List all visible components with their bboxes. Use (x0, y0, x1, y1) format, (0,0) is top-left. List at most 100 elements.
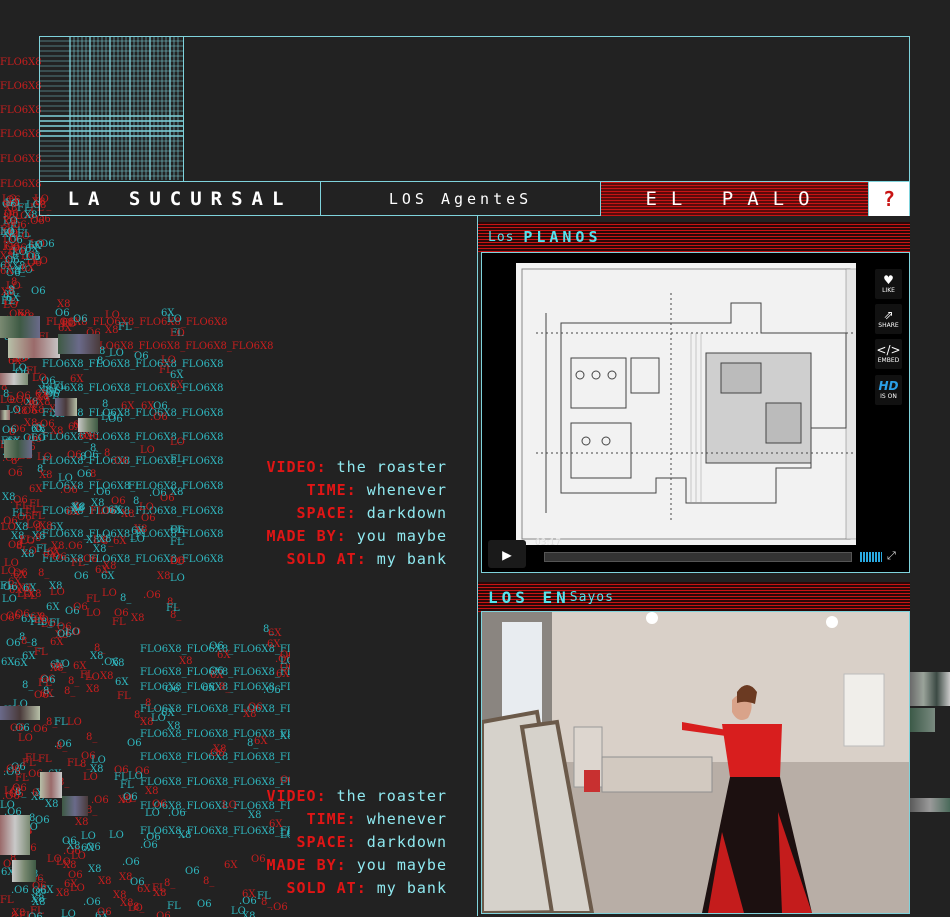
glitch-text: .O6 (2, 454, 20, 464)
like-label: LIKE (882, 287, 895, 294)
nav-los-agentes[interactable]: LOS AgenteS (321, 182, 601, 216)
nav-la-sucursal[interactable]: LA SUCURSAL (40, 182, 321, 216)
glitch-text: 6X (21, 615, 34, 625)
glitch-text: O6 (45, 390, 60, 400)
glitch-text: 8_ (90, 470, 101, 480)
glitch-text: LO (2, 595, 17, 605)
glitch-text: O6 (40, 675, 55, 685)
glitch-text: 6X (202, 684, 215, 694)
glitch-text: .O6 (207, 749, 225, 759)
glitch-text: FL (90, 507, 104, 517)
glitch-text: LO (28, 241, 43, 251)
glitch-text: X8 (51, 542, 64, 552)
embed-icon: </> (876, 344, 900, 357)
glitch-text: O6 (12, 244, 27, 254)
glitch-text: LO (31, 434, 46, 444)
embed-button[interactable]: </> EMBED (875, 339, 902, 369)
glitch-text: X8 (31, 406, 44, 416)
glitch-text: FLO6X8_FLO6X8_FLO6X8_FLO6X8 (140, 705, 290, 715)
glitch-text: FL (17, 230, 31, 240)
glitch-text: .O6 (17, 212, 35, 222)
glitch-text: 8_ (3, 201, 14, 211)
glitch-text: LO (5, 199, 20, 209)
glitch-text: O6 (3, 860, 18, 870)
glitch-text: FL (0, 582, 14, 592)
credit-space: SPACE: darkdown (187, 502, 447, 525)
glitch-text: FL (19, 536, 33, 546)
like-button[interactable]: ♥ LIKE (875, 269, 902, 299)
play-button[interactable]: ▶ (488, 540, 526, 568)
site-header: LA SUCURSAL LOS AgenteS EL PALO ? (39, 36, 910, 216)
glitch-text: 8_ (263, 625, 274, 635)
video-player-planos[interactable]: ♥ LIKE ⇗ SHARE </> EMBED HD IS ON ▶ 03:1… (481, 252, 910, 573)
glitch-text: O6 (170, 526, 185, 536)
glitch-text: LO (26, 521, 41, 531)
share-button[interactable]: ⇗ SHARE (875, 304, 902, 334)
glitch-text: 6X (0, 262, 13, 272)
glitch-pixels (62, 796, 88, 816)
glitch-text: .O6 (33, 215, 51, 225)
glitch-text: X8 (12, 262, 25, 272)
credit-made-by: MADE BY: you maybe (187, 854, 447, 877)
glitch-text: .O6 (153, 912, 171, 917)
glitch-text: .O6 (80, 555, 98, 565)
glitch-text: O6 (4, 210, 19, 220)
glitch-text: X8 (75, 818, 88, 828)
glitch-text: FL (38, 755, 52, 765)
glitch-text: 8_ (17, 826, 28, 836)
glitch-text: LO (0, 228, 15, 238)
fullscreen-icon[interactable]: ⤢ (887, 549, 896, 563)
glitch-text: 8_ (3, 390, 14, 400)
glitch-text: FL (128, 482, 142, 492)
floor-plan-video-frame (516, 263, 856, 545)
glitch-text: FLO6X8 (0, 130, 42, 140)
glitch-text: O6 (68, 871, 83, 881)
glitch-text: FL (8, 212, 22, 222)
glitch-text: X8 (17, 310, 30, 320)
nav-el-palo[interactable]: EL PALO (601, 182, 869, 216)
credit-made-by: MADE BY: you maybe (187, 525, 447, 548)
glitch-text: 6X (6, 839, 19, 849)
glitch-text: .O6 (91, 796, 109, 806)
glitch-text: LO (130, 535, 145, 545)
glitch-text: O6 (62, 837, 77, 847)
hd-toggle[interactable]: HD IS ON (875, 375, 902, 405)
glitch-text: LO (1, 567, 16, 577)
glitch-text: X8 (4, 204, 17, 214)
glitch-text: 6X (276, 670, 289, 680)
video-player-ensayos[interactable] (481, 611, 910, 914)
glitch-text: .O6 (140, 841, 158, 851)
help-icon[interactable]: ? (869, 182, 909, 216)
glitch-text: 8_ (170, 611, 181, 621)
glitch-text: X8 (63, 861, 76, 871)
progress-bar[interactable] (544, 552, 852, 562)
volume-control[interactable] (860, 552, 882, 562)
glitch-text: LO (33, 257, 48, 267)
glitch-text: LO (101, 413, 116, 423)
glitch-text: O6 (57, 630, 72, 640)
glitch-text: FLO6X8_FLO6X8_FLO6X8_FLO6X8 (140, 645, 290, 655)
section-header-planos: Los PLANOS (478, 222, 910, 252)
glitch-text: .O6 (2, 448, 20, 458)
glitch-text: X8 (11, 532, 24, 542)
glitch-text: O6 (9, 321, 24, 331)
glitch-text: LO (0, 396, 15, 406)
header-divider (183, 37, 184, 181)
glitch-text: X8 (242, 912, 255, 917)
glitch-text: 6X (81, 844, 94, 854)
glitch-text: LO (91, 756, 106, 766)
glitch-text: FLO6X8 (0, 82, 42, 92)
glitch-text: FL (25, 754, 39, 764)
glitch-text: 8_ (55, 663, 66, 673)
glitch-text: LO (22, 547, 37, 557)
share-icon: ⇗ (883, 309, 893, 322)
glitch-text: X8 (280, 732, 290, 742)
glitch-text: X8 (21, 313, 34, 323)
glitch-text: X8 (45, 800, 58, 810)
glitch-text: 6X (1, 868, 14, 878)
glitch-text: X8 (100, 672, 113, 682)
glitch-text: 6X (79, 432, 92, 442)
glitch-text: FL (2, 822, 16, 832)
glitch-text: 6X (108, 506, 121, 516)
glitch-text: X8 (243, 710, 256, 720)
